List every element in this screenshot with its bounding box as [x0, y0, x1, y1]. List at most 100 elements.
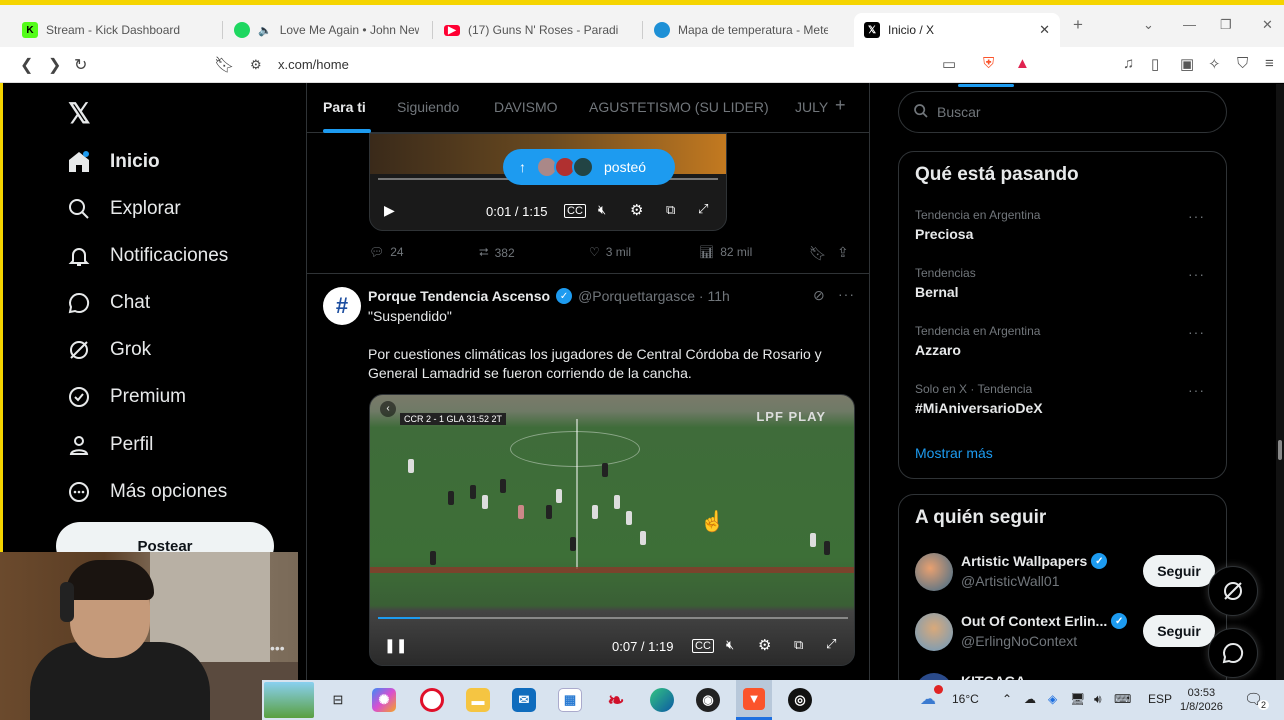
- x-logo-icon[interactable]: 𝕏: [68, 97, 91, 130]
- close-window-button[interactable]: ✕: [1262, 17, 1273, 33]
- volume-icon[interactable]: 🔊︎: [1094, 692, 1102, 707]
- follow-button[interactable]: Seguir: [1143, 615, 1215, 647]
- settings-gear-icon[interactable]: ⚙: [630, 201, 643, 219]
- trend-item[interactable]: Tendencia en Argentina Azzaro ···: [915, 324, 1215, 358]
- menu-icon[interactable]: ≡: [1265, 55, 1274, 72]
- weather-icon[interactable]: ☁: [920, 689, 936, 709]
- trend-item[interactable]: Solo en X · Tendencia #MiAniversarioDeX …: [915, 382, 1215, 416]
- author-handle[interactable]: @Porquettargasce · 11h: [578, 288, 730, 304]
- avatar[interactable]: #: [323, 287, 361, 325]
- more-options-icon[interactable]: •••: [270, 640, 285, 656]
- author-name[interactable]: Porque Tendencia Ascenso: [368, 288, 550, 304]
- restore-button[interactable]: ❐: [1220, 17, 1232, 33]
- tab-agustetismo[interactable]: AGUSTETISMO (SU LIDER): [589, 99, 769, 115]
- grok-icon[interactable]: ⊘: [813, 287, 825, 304]
- nav-mas-opciones[interactable]: Más opciones: [66, 479, 227, 505]
- language-indicator[interactable]: ESP: [1148, 692, 1172, 706]
- more-options-icon[interactable]: ···: [1188, 382, 1205, 398]
- cast-icon[interactable]: ▭: [942, 55, 956, 73]
- nav-chat[interactable]: Chat: [66, 290, 150, 316]
- nav-perfil[interactable]: Perfil: [66, 432, 153, 458]
- grok-fab-button[interactable]: [1208, 566, 1258, 616]
- tab-july[interactable]: JULY: [795, 99, 828, 115]
- opera-icon[interactable]: [420, 688, 444, 712]
- more-options-icon[interactable]: ···: [838, 286, 855, 302]
- video-player-2[interactable]: ‹ CCR 2 - 1 GLA 31:52 2T LPF PLAY ☝ ❚❚ 0…: [369, 394, 855, 666]
- progress-track[interactable]: [378, 617, 848, 619]
- share-icon[interactable]: ⇪: [837, 244, 849, 261]
- follow-suggestion[interactable]: Out Of Context Erlin... ✓ @ErlingNoContex…: [915, 613, 1215, 657]
- network-icon[interactable]: 🖥︎: [1070, 692, 1085, 706]
- tab-meteored[interactable]: Mapa de temperatura - Meteore: [644, 13, 849, 47]
- play-icon[interactable]: ▶: [384, 202, 395, 219]
- tab-para-ti[interactable]: Para ti: [323, 99, 366, 115]
- site-info-icon[interactable]: ⚙: [250, 57, 262, 73]
- scrollbar[interactable]: [1276, 84, 1284, 684]
- chat-fab-button[interactable]: [1208, 628, 1258, 678]
- tray-app-icon[interactable]: ☁: [1024, 692, 1036, 706]
- copilot-icon[interactable]: ✺: [372, 688, 396, 712]
- forward-icon[interactable]: ❯: [48, 55, 61, 75]
- nav-explorar[interactable]: Explorar: [66, 196, 181, 222]
- back-icon[interactable]: ❮: [20, 55, 33, 75]
- tray-app-icon[interactable]: ◈: [1048, 692, 1057, 706]
- edge-icon[interactable]: [650, 688, 674, 712]
- bookmark-icon[interactable]: 🔖︎: [214, 55, 234, 75]
- new-posts-pill[interactable]: ↑ posteó: [503, 149, 675, 185]
- like-button[interactable]: ♡ 3 mil: [589, 245, 631, 259]
- widgets-thumbnail[interactable]: [264, 682, 314, 718]
- nav-notificaciones[interactable]: Notificaciones: [66, 243, 228, 269]
- search-input[interactable]: Buscar: [898, 91, 1227, 133]
- weather-temp[interactable]: 16°C: [952, 692, 979, 706]
- task-view-icon[interactable]: ⊟: [326, 688, 350, 712]
- app-icon[interactable]: ◎: [788, 688, 812, 712]
- tab-davismo[interactable]: DAVISMO: [494, 99, 558, 115]
- trend-item[interactable]: Tendencias Bernal ···: [915, 266, 1215, 300]
- tab-siguiendo[interactable]: Siguiendo: [397, 99, 459, 115]
- outlook-icon[interactable]: ✉: [512, 688, 536, 712]
- more-options-icon[interactable]: ···: [1188, 266, 1205, 282]
- tab-spotify[interactable]: 🔈 Love Me Again • John Newm: [224, 13, 429, 47]
- settings-gear-icon[interactable]: ⚙: [758, 636, 771, 654]
- bookmark-icon[interactable]: 🔖︎: [809, 245, 827, 262]
- follow-suggestion[interactable]: Artistic Wallpapers ✓ @ArtisticWall01 Seg…: [915, 553, 1215, 597]
- close-tab-icon[interactable]: ✕: [1039, 22, 1050, 38]
- brave-shields-icon[interactable]: ⛨: [983, 55, 994, 72]
- sidebar-icon[interactable]: ▯: [1151, 55, 1159, 73]
- fullscreen-icon[interactable]: ⤢: [698, 201, 708, 217]
- nav-grok[interactable]: Grok: [66, 337, 151, 363]
- repost-button[interactable]: ⮂ 382: [479, 245, 515, 260]
- minimize-button[interactable]: —: [1183, 17, 1196, 32]
- fullscreen-icon[interactable]: ⤢: [826, 636, 836, 652]
- reload-icon[interactable]: ↻: [74, 55, 87, 75]
- brave-rewards-icon[interactable]: ▲: [1015, 55, 1030, 72]
- file-explorer-icon[interactable]: ▬: [466, 688, 490, 712]
- vpn-icon[interactable]: ⛉: [1237, 55, 1248, 72]
- scrollbar-thumb[interactable]: [1278, 440, 1282, 460]
- wallet-icon[interactable]: ▣: [1180, 55, 1194, 73]
- more-options-icon[interactable]: ···: [1188, 324, 1205, 340]
- captions-icon[interactable]: CC: [564, 204, 586, 218]
- captions-icon[interactable]: CC: [692, 639, 714, 653]
- url-field[interactable]: x.com/home: [278, 57, 349, 72]
- nav-premium[interactable]: Premium: [66, 384, 186, 410]
- tray-chevron-icon[interactable]: ⌃: [1002, 692, 1012, 706]
- leo-ai-icon[interactable]: ✧: [1208, 55, 1221, 73]
- app-icon[interactable]: ❧: [604, 688, 628, 712]
- media-icon[interactable]: ♫: [1123, 55, 1134, 72]
- mute-icon[interactable]: 🔇︎: [598, 202, 606, 218]
- clock[interactable]: 03:53 1/8/2026: [1180, 686, 1223, 714]
- views-button[interactable]: 📊︎ 82 mil: [699, 245, 752, 259]
- more-options-icon[interactable]: ···: [1188, 208, 1205, 224]
- obs-icon[interactable]: ◉: [696, 688, 720, 712]
- tab-x-home[interactable]: 𝕏 Inicio / X ✕: [854, 13, 1060, 47]
- back-icon[interactable]: ‹: [380, 401, 396, 417]
- show-more-link[interactable]: Mostrar más: [915, 445, 993, 461]
- store-icon[interactable]: ▦: [558, 688, 582, 712]
- keyboard-icon[interactable]: ⌨: [1114, 692, 1131, 706]
- tab-youtube[interactable]: ▶ (17) Guns N' Roses - Paradise Cit: [434, 13, 639, 47]
- mute-icon[interactable]: 🔇︎: [726, 637, 734, 653]
- nav-inicio[interactable]: Inicio: [66, 149, 160, 175]
- add-tab-icon[interactable]: +: [835, 95, 846, 116]
- reply-button[interactable]: 💬︎ 24: [369, 245, 404, 259]
